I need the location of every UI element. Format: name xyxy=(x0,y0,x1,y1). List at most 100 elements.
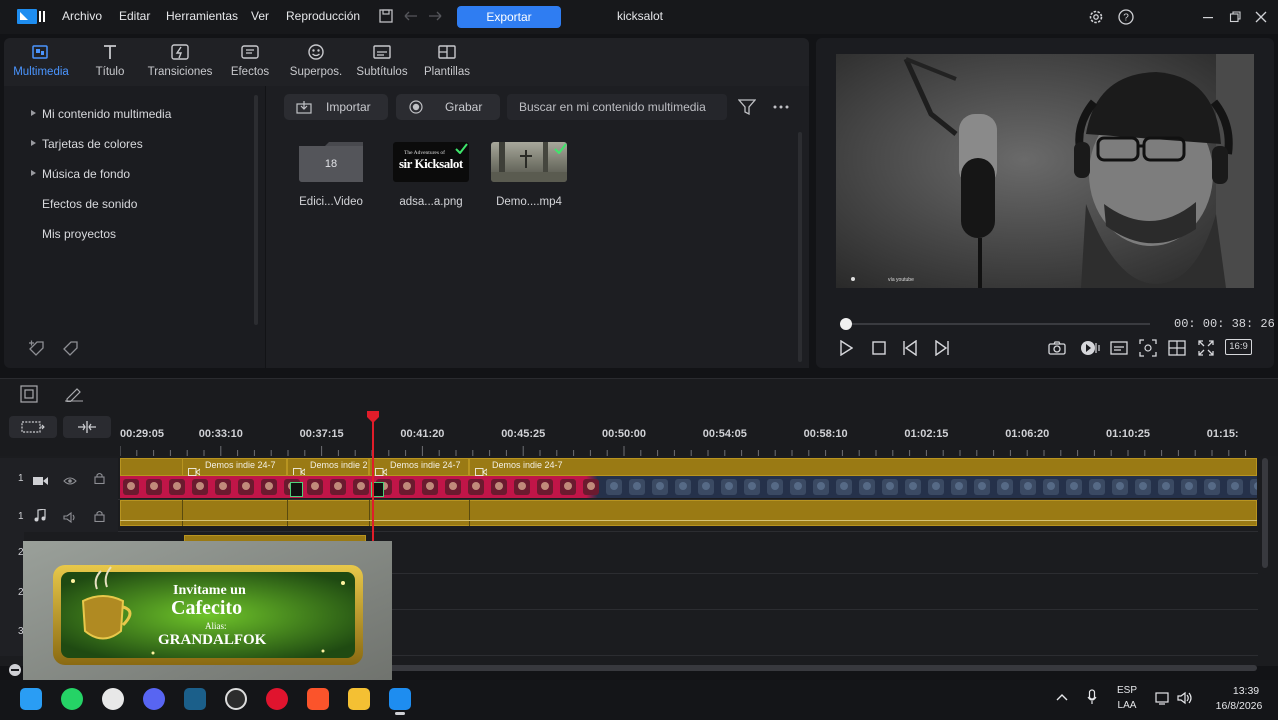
tab-label: Subtítulos xyxy=(356,66,408,78)
tab-titulo[interactable]: Título xyxy=(88,42,132,86)
play-icon[interactable] xyxy=(836,338,856,358)
lock-icon[interactable] xyxy=(94,471,105,489)
stop-icon[interactable] xyxy=(869,338,889,358)
aspect-ratio-button[interactable]: 16:9 xyxy=(1225,339,1252,355)
filter-icon[interactable] xyxy=(737,97,757,117)
discord-icon[interactable] xyxy=(143,688,165,710)
media-item-label: Edici...Video xyxy=(299,196,363,208)
split-icon xyxy=(75,421,99,433)
zoom-out-icon[interactable] xyxy=(9,664,21,676)
media-library-panel xyxy=(266,86,809,368)
audio-waveform-line xyxy=(120,520,1257,521)
expand-arrow-icon xyxy=(31,140,36,146)
taskbar-clock[interactable]: 13:39 xyxy=(1220,685,1272,697)
tab-plantillas[interactable]: Plantillas xyxy=(422,42,472,86)
zoom-preview-icon[interactable] xyxy=(1138,338,1158,358)
track-number: 1 xyxy=(18,473,24,484)
eye-visibility-icon[interactable] xyxy=(63,473,77,491)
speaker-mute-icon[interactable] xyxy=(63,510,77,528)
media-scrollbar[interactable] xyxy=(798,132,802,362)
taskbar-date: 16/8/2026 xyxy=(1215,700,1263,712)
video-clip[interactable]: Demos indie 24-7 xyxy=(182,458,287,476)
pencil-edit-icon[interactable] xyxy=(63,384,85,404)
video-clip[interactable]: Demos indie 24-7 xyxy=(369,458,469,476)
obs-icon[interactable] xyxy=(225,688,247,710)
menu-reproduccion[interactable]: Reproducción xyxy=(286,9,360,23)
aspect-ratio-label: 16:9 xyxy=(1229,341,1248,352)
whatsapp-business-icon[interactable] xyxy=(102,688,124,710)
help-icon[interactable]: ? xyxy=(1117,8,1135,26)
audio-clip[interactable] xyxy=(120,500,1257,526)
overlay-text-line2: Cafecito xyxy=(171,597,243,619)
settings-gear-icon[interactable] xyxy=(1087,8,1105,26)
record-icon xyxy=(409,100,423,114)
previous-frame-icon[interactable] xyxy=(901,338,921,358)
keyboard-language[interactable]: ESP xyxy=(1112,685,1142,696)
menu-herramientas[interactable]: Herramientas xyxy=(166,9,238,23)
menu-editar[interactable]: Editar xyxy=(119,9,150,23)
video-clip[interactable]: Demos indie 2 xyxy=(287,458,369,476)
minimize-icon[interactable] xyxy=(1201,10,1215,24)
sidebar-scrollbar[interactable] xyxy=(254,95,258,325)
layout-grid-icon[interactable] xyxy=(1167,338,1187,358)
network-icon[interactable] xyxy=(1154,690,1172,706)
preview-video-frame: vía youtube xyxy=(836,54,1254,288)
maximize-icon[interactable] xyxy=(1228,10,1242,24)
track-header: 1 xyxy=(0,500,118,532)
tab-subtitulos[interactable]: Subtítulos xyxy=(354,42,410,86)
edit-tag-icon[interactable] xyxy=(60,338,82,358)
transition-marker[interactable] xyxy=(290,482,303,497)
split-button[interactable] xyxy=(63,416,111,438)
more-options-icon[interactable] xyxy=(771,97,791,117)
fit-timeline-button[interactable] xyxy=(9,416,57,438)
snapshot-camera-icon[interactable] xyxy=(1047,339,1067,357)
subtitle-toggle-icon[interactable] xyxy=(1109,339,1129,357)
tab-superposiciones[interactable]: Superpos. xyxy=(284,42,348,86)
file-explorer-icon[interactable] xyxy=(348,688,370,710)
tab-multimedia[interactable]: Multimedia xyxy=(10,42,72,86)
menu-ver[interactable]: Ver xyxy=(251,9,269,23)
redo-icon[interactable] xyxy=(427,9,443,23)
volume-icon[interactable] xyxy=(1176,690,1194,706)
media-search-input[interactable]: Buscar en mi contenido multimedia xyxy=(507,94,727,120)
windows-start-icon[interactable] xyxy=(20,688,42,710)
tab-efectos[interactable]: Efectos xyxy=(228,42,272,86)
export-button[interactable]: Exportar xyxy=(457,6,561,28)
track-manager-icon[interactable] xyxy=(19,384,39,404)
menu-archivo[interactable]: Archivo xyxy=(62,9,102,23)
media-player-icon[interactable] xyxy=(266,688,288,710)
microphone-icon[interactable] xyxy=(1084,688,1100,706)
ruler-time-label: 00:33:10 xyxy=(198,428,243,440)
save-icon[interactable] xyxy=(378,8,394,24)
next-frame-icon[interactable] xyxy=(931,338,951,358)
media-sidebar: Mi contenido multimedia Tarjetas de colo… xyxy=(4,86,265,368)
active-app-indicator xyxy=(395,712,405,715)
clip-label: Demos indie 24-7 xyxy=(390,460,461,470)
undo-icon[interactable] xyxy=(403,9,419,23)
seek-handle[interactable] xyxy=(840,318,852,330)
media-item-folder[interactable]: 18 xyxy=(299,142,375,182)
lock-icon[interactable] xyxy=(94,509,105,527)
record-button[interactable]: Grabar xyxy=(396,94,500,120)
preview-seek-bar[interactable] xyxy=(843,323,1150,325)
chevron-up-icon[interactable] xyxy=(1054,690,1070,704)
video-watermark: vía youtube xyxy=(888,277,914,283)
ruler-ticks xyxy=(120,446,1247,456)
ruler-time-label: 00:54:05 xyxy=(702,428,747,440)
audio-preview-icon[interactable] xyxy=(1079,339,1101,357)
close-icon[interactable] xyxy=(1254,10,1268,24)
video-editor-taskbar-icon[interactable] xyxy=(389,688,411,710)
overlays-icon xyxy=(305,42,327,62)
steam-icon[interactable] xyxy=(184,688,206,710)
video-clip[interactable]: Demos indie 24-7 xyxy=(469,458,1257,476)
whatsapp-icon[interactable] xyxy=(61,688,83,710)
tab-transiciones[interactable]: Transiciones xyxy=(146,42,214,86)
fullscreen-icon[interactable] xyxy=(1196,338,1216,358)
timeline-vertical-scrollbar[interactable] xyxy=(1262,458,1268,568)
ruler-time-label: 00:29:05 xyxy=(120,428,165,440)
library-tab-bar: Multimedia Título Transiciones Efectos S… xyxy=(4,38,809,86)
add-tag-icon[interactable] xyxy=(26,338,48,358)
brave-browser-icon[interactable] xyxy=(307,688,329,710)
timecode-display: 00: 00: 38: 26 xyxy=(1174,317,1275,331)
import-button[interactable]: Importar xyxy=(284,94,388,120)
